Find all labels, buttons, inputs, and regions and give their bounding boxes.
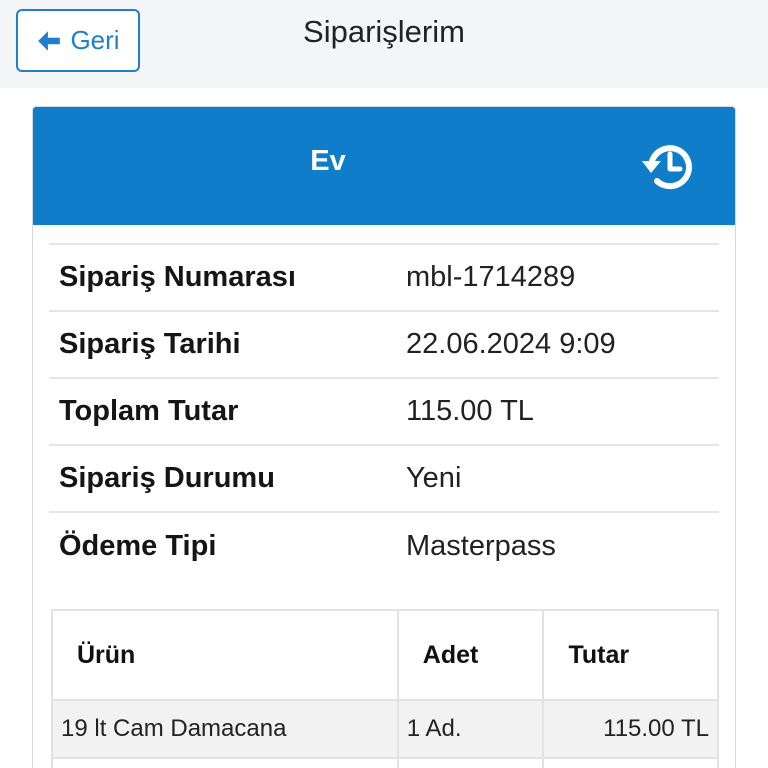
empty-cell — [542, 757, 719, 768]
detail-row: Toplam Tutar 115.00 TL — [49, 378, 719, 445]
order-card: Ev Sipariş Numarası mbl-1714289 Sipariş … — [32, 106, 736, 768]
order-details-table: Sipariş Numarası mbl-1714289 Sipariş Tar… — [49, 243, 719, 579]
detail-value: mbl-1714289 — [406, 261, 576, 293]
detail-value: Masterpass — [406, 529, 556, 562]
detail-label: Toplam Tutar — [59, 395, 239, 427]
detail-value: 115.00 TL — [406, 395, 534, 427]
card-title: Ev — [310, 145, 346, 177]
detail-label: Ödeme Tipi — [59, 529, 217, 562]
detail-row: Sipariş Numarası mbl-1714289 — [49, 244, 719, 311]
detail-label: Sipariş Tarihi — [59, 328, 241, 360]
history-icon[interactable] — [639, 137, 699, 197]
table-row: 19 lt Cam Damacana 1 Ad. 115.00 TL — [51, 699, 719, 759]
item-product: 19 lt Cam Damacana — [51, 699, 399, 759]
detail-value: 22.06.2024 9:09 — [406, 328, 616, 360]
card-header: Ev — [33, 107, 735, 225]
empty-cell — [396, 757, 545, 768]
detail-row: Sipariş Tarihi 22.06.2024 9:09 — [49, 311, 719, 378]
page-title: Siparişlerim — [303, 14, 465, 49]
order-items-table: Ürün Adet Tutar 19 lt Cam Damacana 1 Ad.… — [51, 609, 719, 768]
detail-label: Sipariş Numarası — [59, 261, 296, 293]
items-header-row: Ürün Adet Tutar — [51, 609, 719, 701]
column-header-quantity: Adet — [396, 609, 545, 701]
item-quantity: 1 Ad. — [396, 699, 545, 759]
table-row — [51, 757, 719, 768]
column-header-amount: Tutar — [542, 609, 719, 701]
detail-value: Yeni — [406, 462, 462, 494]
detail-row: Ödeme Tipi Masterpass — [49, 512, 719, 579]
item-amount: 115.00 TL — [542, 699, 719, 759]
column-header-product: Ürün — [51, 609, 399, 701]
empty-cell — [51, 757, 399, 768]
top-bar: Geri Siparişlerim — [0, 0, 768, 88]
detail-row: Sipariş Durumu Yeni — [49, 445, 719, 512]
detail-label: Sipariş Durumu — [59, 462, 275, 494]
